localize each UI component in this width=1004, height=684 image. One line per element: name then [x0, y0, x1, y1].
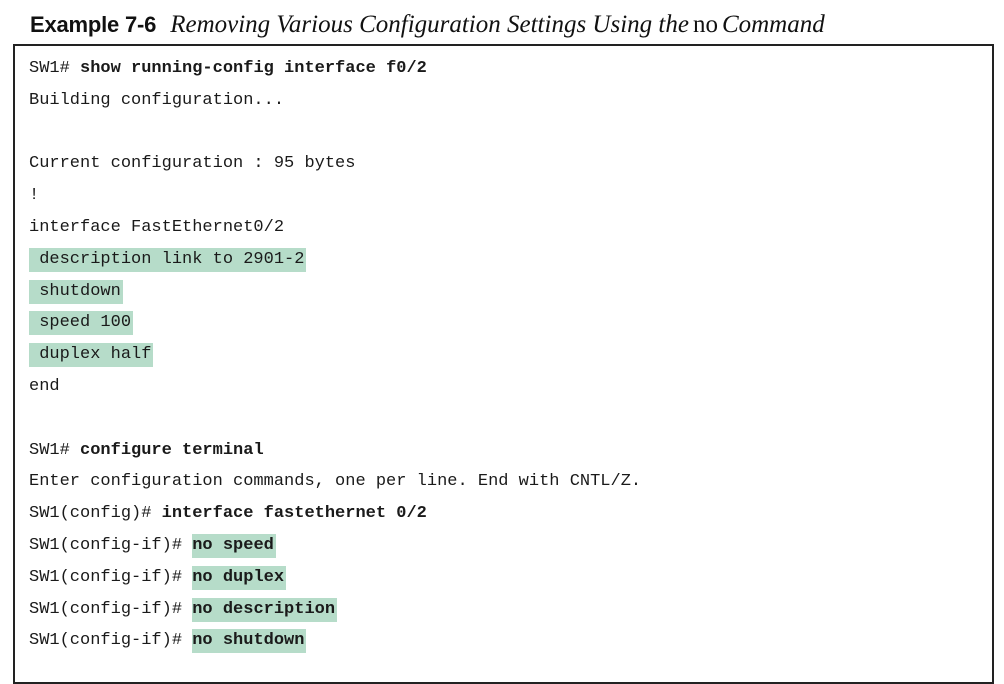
code-line: Building configuration...	[29, 88, 641, 120]
caption-title-before: Removing Various Configuration Settings …	[170, 11, 689, 38]
code-line: SW1(config)# interface fastethernet 0/2	[29, 501, 641, 533]
code-line: SW1(config-if)# no description	[29, 597, 641, 629]
example-number: Example 7-6	[30, 12, 157, 37]
code-command: no shutdown	[192, 629, 307, 654]
code-line-text: SW1(config-if)#	[29, 631, 193, 651]
code-command: no speed	[192, 533, 276, 558]
code-line-text: shutdown	[29, 279, 123, 304]
code-line: SW1# configure terminal	[29, 438, 641, 470]
code-line-text: duplex half	[29, 343, 154, 368]
code-command: interface fastethernet 0/2	[161, 504, 427, 524]
code-line-text: SW1(config-if)#	[29, 535, 193, 555]
code-line-text: interface FastEthernet0/2	[29, 217, 285, 237]
code-command: no description	[192, 597, 338, 622]
code-line-text: !	[29, 186, 40, 206]
code-line: interface FastEthernet0/2	[29, 215, 641, 247]
code-line: description link to 2901-2	[29, 247, 641, 279]
code-line-text: SW1#	[29, 59, 81, 78]
code-line-text: end	[29, 376, 60, 396]
code-line-text: SW1(config-if)#	[29, 599, 193, 619]
code-line: SW1(config-if)# no duplex	[29, 565, 641, 597]
caption-title-after: Command	[721, 11, 825, 38]
code-command: configure terminal	[80, 440, 264, 460]
caption-keyword: no	[692, 11, 718, 38]
code-line: end	[29, 374, 641, 406]
code-line: speed 100	[29, 310, 641, 342]
code-command: show running-config interface f0/2	[80, 59, 427, 78]
code-line: !	[29, 183, 641, 215]
code-line-text: Current configuration : 95 bytes	[29, 154, 356, 174]
code-line-text: SW1(config-if)#	[29, 567, 193, 587]
code-command: no duplex	[192, 565, 287, 590]
code-line: Current configuration : 95 bytes	[29, 151, 641, 183]
example-caption: Example 7-6 Removing Various Configuratio…	[30, 8, 825, 42]
code-line: SW1(config-if)# no shutdown	[29, 628, 641, 660]
code-listing-box: SW1# show running-config interface f0/2 B…	[13, 44, 994, 684]
code-line-text: SW1(config)#	[29, 504, 162, 524]
code-line-text: Enter configuration commands, one per li…	[29, 472, 642, 492]
code-line-text: description link to 2901-2	[29, 247, 307, 272]
code-line-text: SW1#	[29, 440, 81, 460]
code-line: duplex half	[29, 342, 641, 374]
code-line: Enter configuration commands, one per li…	[29, 469, 641, 501]
code-line: SW1(config-if)# no speed	[29, 533, 641, 565]
code-listing: SW1# show running-config interface f0/2 B…	[29, 56, 641, 660]
code-line-text: Building configuration...	[29, 90, 285, 110]
code-line-text: speed 100	[29, 311, 134, 336]
code-line: SW1# show running-config interface f0/2	[29, 56, 641, 88]
code-line: shutdown	[29, 279, 641, 311]
